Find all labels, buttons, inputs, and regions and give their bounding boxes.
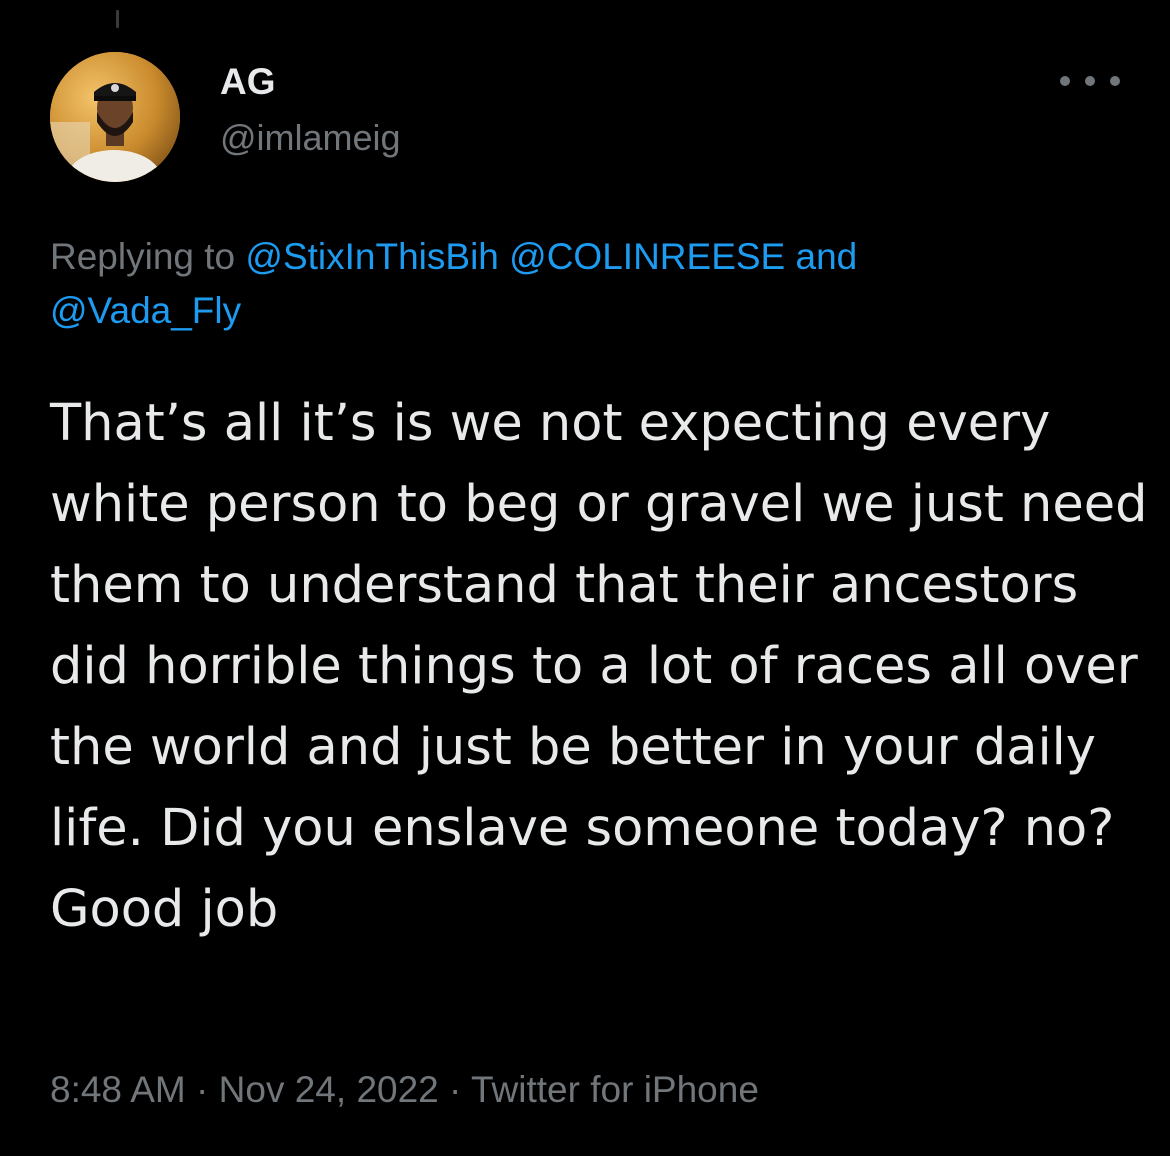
more-horizontal-icon — [1085, 76, 1095, 86]
avatar-photo-icon — [50, 52, 180, 182]
replying-to-line: Replying to @StixInThisBih @COLINREESE a… — [50, 230, 1130, 338]
mention-link[interactable]: @Vada_Fly — [50, 290, 241, 331]
mention-link[interactable]: @COLINREESE — [509, 236, 785, 277]
mention-link[interactable]: @StixInThisBih — [245, 236, 498, 277]
more-horizontal-icon — [1110, 76, 1120, 86]
tweet-time[interactable]: 8:48 AM — [50, 1069, 186, 1110]
more-horizontal-icon — [1060, 76, 1070, 86]
thread-connector-line — [116, 10, 119, 28]
replying-to-label: Replying to — [50, 236, 236, 277]
tweet-source[interactable]: Twitter for iPhone — [471, 1069, 759, 1110]
replying-to-conjunction[interactable]: and — [796, 236, 858, 277]
tweet-date[interactable]: Nov 24, 2022 — [219, 1069, 439, 1110]
author-handle[interactable]: @imlameig — [220, 116, 401, 160]
author-names: AG @imlameig — [220, 60, 401, 160]
meta-separator: · — [196, 1069, 209, 1110]
tweet-detail-view: AG @imlameig Replying to @StixInThisBih … — [0, 0, 1170, 1156]
meta-separator: · — [449, 1069, 462, 1110]
tweet-metadata: 8:48 AM · Nov 24, 2022 · Twitter for iPh… — [50, 1066, 759, 1114]
avatar[interactable] — [50, 52, 180, 182]
author-display-name[interactable]: AG — [220, 60, 401, 104]
tweet-body-text: That’s all it’s is we not expecting ever… — [50, 394, 1164, 939]
tweet-header: AG @imlameig — [50, 52, 1120, 182]
more-options-button[interactable] — [1060, 66, 1120, 96]
